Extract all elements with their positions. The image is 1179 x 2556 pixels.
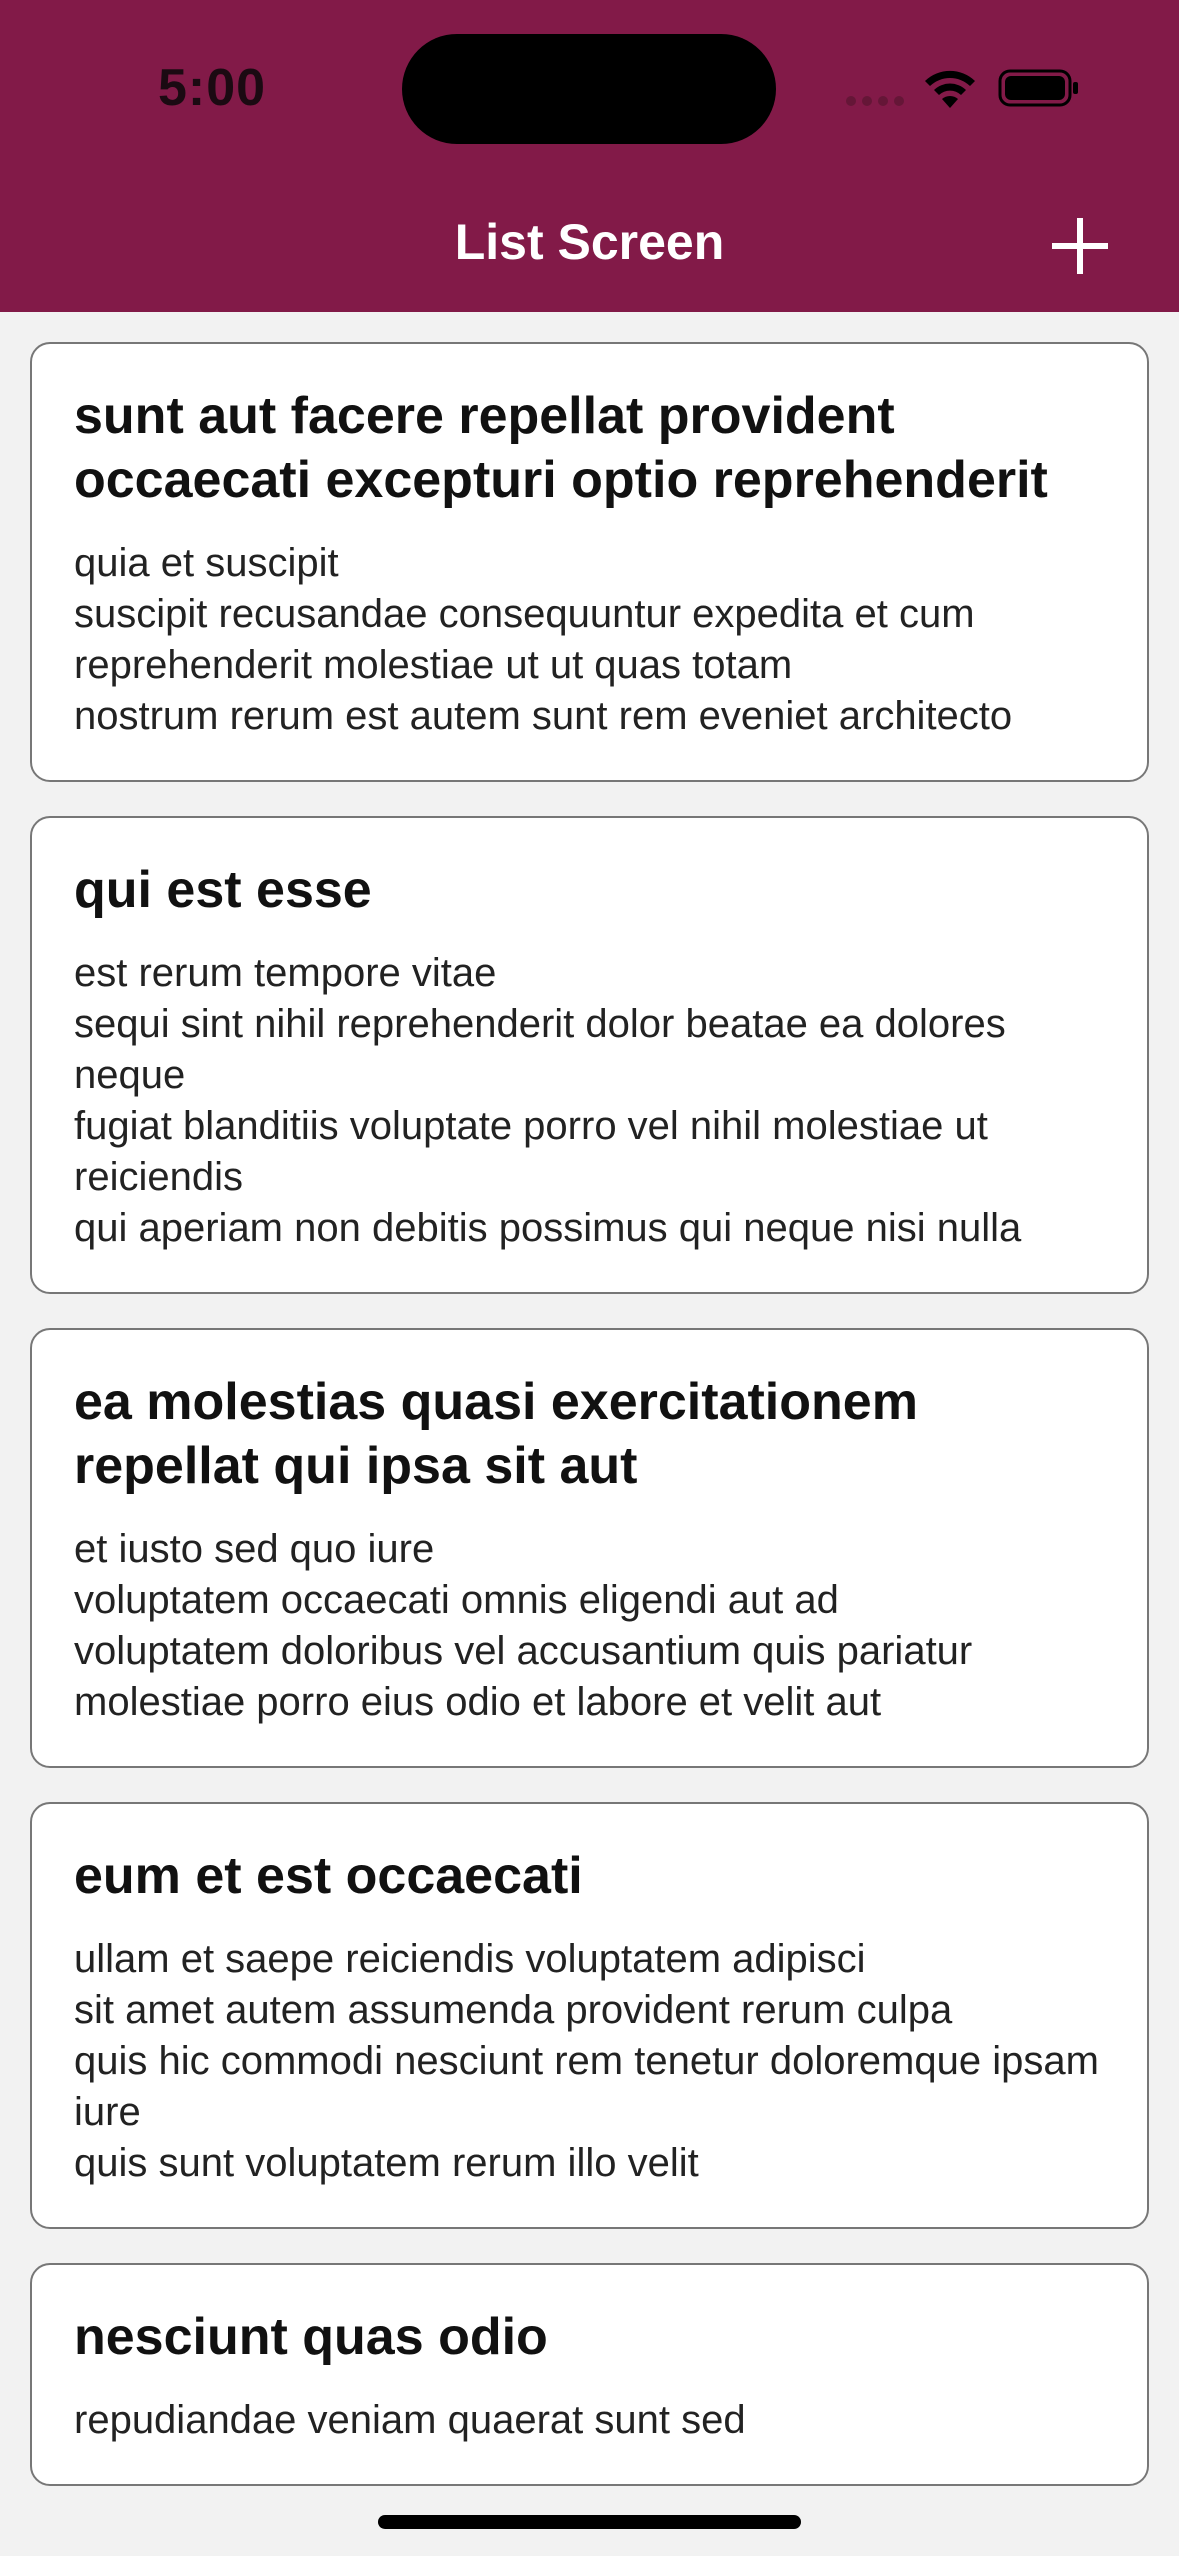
battery-icon — [998, 69, 1078, 107]
app-bar: 5:00 List Screen — [0, 0, 1179, 312]
status-time: 5:00 — [158, 59, 267, 117]
post-title: qui est esse — [74, 861, 372, 919]
post-body: quia et suscipit suscipit recusandae con… — [74, 541, 1013, 738]
list-item[interactable]: eum et est occaecati ullam et saepe reic… — [30, 1802, 1149, 2229]
post-body: est rerum tempore vitae sequi sint nihil… — [74, 951, 1022, 1250]
bottom-edge — [0, 2538, 1179, 2556]
list-item[interactable]: nesciunt quas odio repudiandae veniam qu… — [30, 2263, 1149, 2486]
post-body: ullam et saepe reiciendis voluptatem adi… — [74, 1937, 1099, 2185]
page-title: List Screen — [454, 214, 725, 270]
add-button[interactable] — [1040, 214, 1120, 278]
list-item[interactable]: ea molestias quasi exercitationem repell… — [30, 1328, 1149, 1768]
home-indicator[interactable] — [378, 2515, 801, 2529]
list-item[interactable]: sunt aut facere repellat provident occae… — [30, 342, 1149, 782]
wifi-icon — [925, 70, 975, 108]
post-title: nesciunt quas odio — [74, 2308, 548, 2366]
dynamic-island — [402, 34, 776, 144]
list-screen: 5:00 List Screen sunt aut facere repella… — [0, 0, 1179, 2556]
post-body: repudiandae veniam quaerat sunt sed — [74, 2398, 746, 2442]
post-title: eum et est occaecati — [74, 1847, 583, 1905]
post-title: ea molestias quasi exercitationem repell… — [74, 1373, 918, 1495]
post-list[interactable]: sunt aut facere repellat provident occae… — [30, 342, 1149, 2520]
list-item[interactable]: qui est esse est rerum tempore vitae seq… — [30, 816, 1149, 1294]
post-title: sunt aut facere repellat provident occae… — [74, 387, 1048, 509]
cellular-signal-icon — [846, 96, 906, 108]
post-body: et iusto sed quo iure voluptatem occaeca… — [74, 1527, 973, 1724]
